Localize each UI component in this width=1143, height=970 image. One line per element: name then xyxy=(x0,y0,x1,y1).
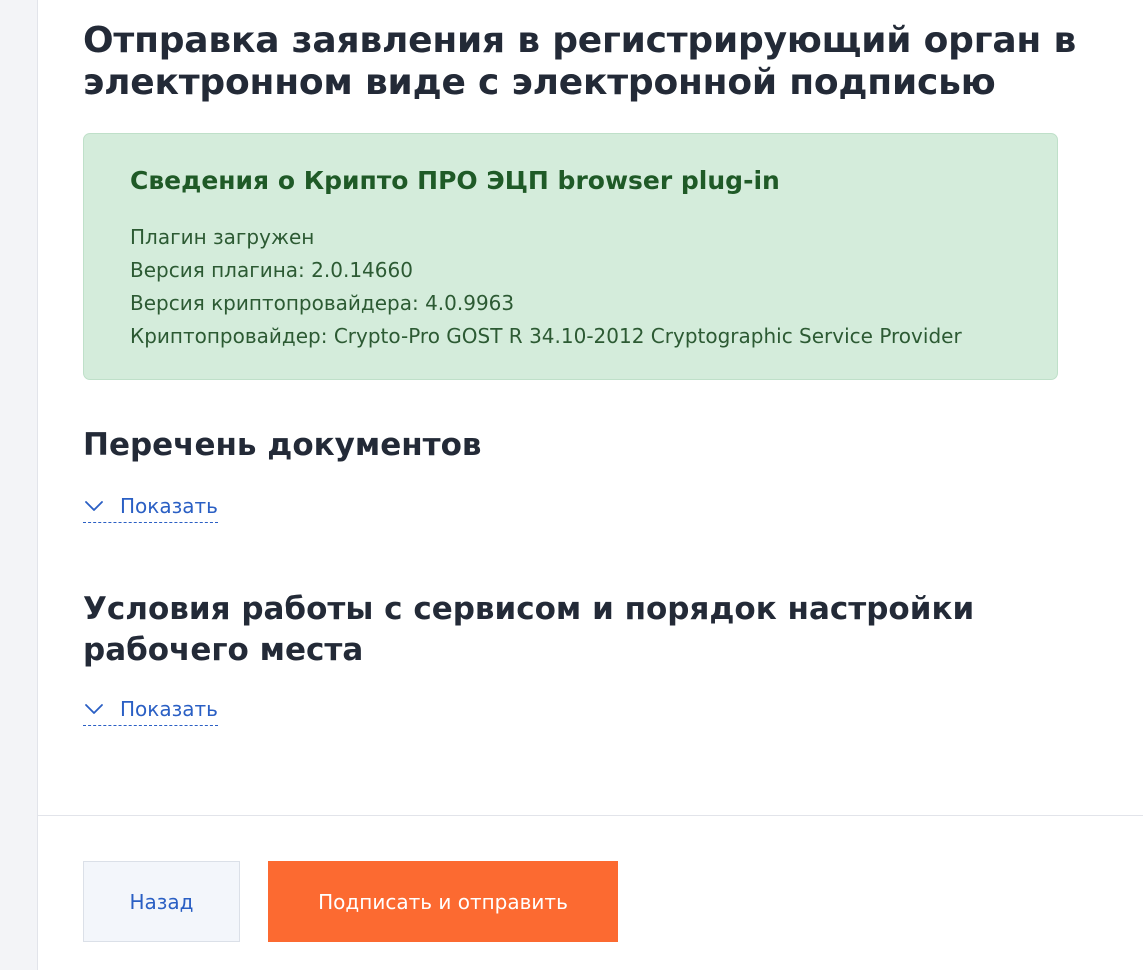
crypto-provider-version-line: Версия криптопровайдера: 4.0.9963 xyxy=(130,291,515,315)
documents-show-label: Показать xyxy=(120,494,218,518)
chevron-down-icon xyxy=(85,704,103,714)
crypto-provider-name-line: Криптопровайдер: Crypto-Pro GOST R 34.10… xyxy=(130,324,962,348)
sign-and-send-button[interactable]: Подписать и отправить xyxy=(268,861,618,942)
service-conditions-show-label: Показать xyxy=(120,697,218,721)
plugin-info-card: Сведения о Крипто ПРО ЭЦП browser plug-i… xyxy=(83,133,1058,380)
chevron-down-icon xyxy=(85,501,103,511)
section-title-service-conditions: Условия работы с сервисом и порядок наст… xyxy=(83,591,975,668)
plugin-version-line: Версия плагина: 2.0.14660 xyxy=(130,258,413,282)
documents-show-toggle[interactable]: Показать xyxy=(83,491,218,523)
page-title: Отправка заявления в регистрирующий орга… xyxy=(83,20,1077,103)
plugin-info-title: Сведения о Крипто ПРО ЭЦП browser plug-i… xyxy=(130,166,780,195)
page: Отправка заявления в регистрирующий орга… xyxy=(0,0,1143,970)
back-button[interactable]: Назад xyxy=(83,861,240,942)
plugin-info-list: Плагин загружен Версия плагина: 2.0.1466… xyxy=(130,221,962,353)
plugin-status-line: Плагин загружен xyxy=(130,225,315,249)
section-title-documents: Перечень документов xyxy=(83,427,482,463)
left-sidebar-strip xyxy=(0,0,38,970)
service-conditions-show-toggle[interactable]: Показать xyxy=(83,694,218,726)
footer-divider xyxy=(38,815,1143,816)
